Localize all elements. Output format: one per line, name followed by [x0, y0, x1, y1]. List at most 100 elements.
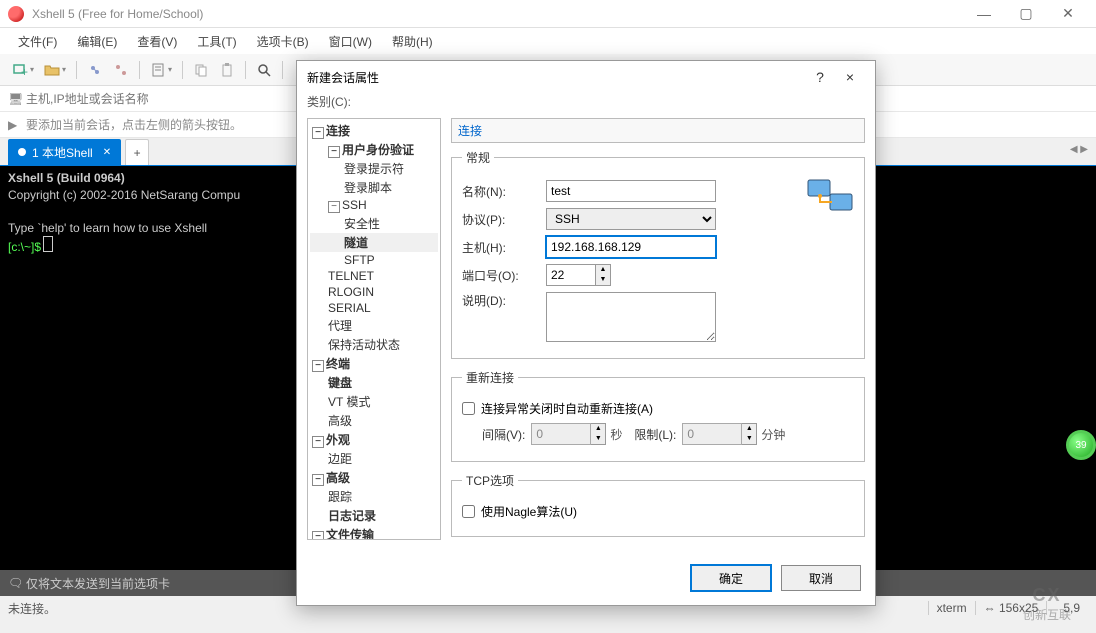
limit-unit: 分钟: [761, 426, 785, 443]
interval-input[interactable]: [531, 423, 591, 445]
tree-security[interactable]: 安全性: [310, 214, 438, 233]
nagle-checkbox[interactable]: [462, 505, 475, 518]
tree-sftp[interactable]: SFTP: [310, 252, 438, 268]
status-term: xterm: [928, 601, 975, 615]
maximize-button[interactable]: ▢: [1006, 2, 1046, 26]
tree-terminal[interactable]: −终端: [310, 354, 438, 373]
tab-overflow-icon[interactable]: ◀ ▶: [1070, 144, 1088, 155]
general-legend: 常规: [462, 149, 494, 166]
paste-button[interactable]: [215, 58, 239, 82]
tab-add-button[interactable]: +: [125, 139, 149, 165]
tab-local-shell[interactable]: 1 本地Shell ✕: [8, 139, 121, 165]
form-panel: 连接 常规 名称(N): 协议(P): SSH 主机(H: [441, 118, 865, 547]
port-input[interactable]: [546, 264, 596, 286]
form-heading: 连接: [451, 118, 865, 143]
tab-label: 1 本地Shell: [32, 144, 93, 161]
menu-window[interactable]: 窗口(W): [321, 30, 380, 53]
terminal-prompt: [c:\~]$: [8, 240, 44, 254]
nagle-label: 使用Nagle算法(U): [481, 503, 577, 520]
properties-button[interactable]: ▾: [146, 58, 176, 82]
svg-text:+: +: [21, 65, 28, 78]
tree-filetransfer[interactable]: −文件传输: [310, 525, 438, 540]
tree-proxy[interactable]: 代理: [310, 316, 438, 335]
open-session-button[interactable]: ▾: [40, 58, 70, 82]
dialog-title: 新建会话属性: [307, 69, 805, 86]
arrow-hint-icon: ▶: [8, 118, 26, 132]
port-label: 端口号(O):: [462, 267, 546, 284]
menu-tools[interactable]: 工具(T): [189, 30, 244, 53]
tree-logging[interactable]: 日志记录: [310, 506, 438, 525]
tab-close-icon[interactable]: ✕: [103, 147, 111, 158]
tree-loginscript[interactable]: 登录脚本: [310, 178, 438, 197]
connection-icon: [806, 174, 854, 216]
tcp-group: TCP选项 使用Nagle算法(U): [451, 472, 865, 537]
disconnect-button[interactable]: [109, 58, 133, 82]
hint-text: 要添加当前会话，点击左侧的箭头按钮。: [26, 116, 242, 133]
category-tree[interactable]: −连接 −用户身份验证 登录提示符 登录脚本 −SSH 安全性 隧道 SFTP …: [307, 118, 441, 540]
tree-tunnel[interactable]: 隧道: [310, 233, 438, 252]
reconnect-legend: 重新连接: [462, 369, 518, 386]
tree-serial[interactable]: SERIAL: [310, 300, 438, 316]
status-left: 未连接。: [8, 600, 56, 617]
host-input[interactable]: [546, 236, 716, 258]
tcp-legend: TCP选项: [462, 472, 518, 489]
ok-button[interactable]: 确定: [691, 565, 771, 591]
send-bar-text: 仅将文本发送到当前选项卡: [26, 575, 170, 592]
tree-margin[interactable]: 边距: [310, 449, 438, 468]
protocol-label: 协议(P):: [462, 211, 546, 228]
port-spinner[interactable]: ▲▼: [596, 264, 611, 286]
minimize-button[interactable]: —: [964, 2, 1004, 26]
terminal-line: Xshell 5 (Build 0964): [8, 171, 125, 185]
dialog-close-button[interactable]: ×: [835, 69, 865, 85]
tree-advanced2[interactable]: −高级: [310, 468, 438, 487]
cancel-button[interactable]: 取消: [781, 565, 861, 591]
watermark-logo: CX 创新互联: [1002, 579, 1092, 629]
general-group: 常规 名称(N): 协议(P): SSH 主机(H):: [451, 149, 865, 359]
menu-help[interactable]: 帮助(H): [384, 30, 441, 53]
host-label: 主机(H):: [462, 239, 546, 256]
reconnect-group: 重新连接 连接异常关闭时自动重新连接(A) 间隔(V): ▲▼ 秒 限制(L):…: [451, 369, 865, 462]
tree-rlogin[interactable]: RLOGIN: [310, 284, 438, 300]
desc-input[interactable]: [546, 292, 716, 342]
dialog-footer: 确定 取消: [297, 555, 875, 605]
auto-reconnect-checkbox[interactable]: [462, 402, 475, 415]
name-input[interactable]: [546, 180, 716, 202]
menu-tabs[interactable]: 选项卡(B): [249, 30, 317, 53]
name-label: 名称(N):: [462, 183, 546, 200]
menu-view[interactable]: 查看(V): [129, 30, 185, 53]
tree-auth[interactable]: −用户身份验证: [310, 140, 438, 159]
limit-spinner[interactable]: ▲▼: [742, 423, 757, 445]
desc-label: 说明(D):: [462, 292, 546, 309]
close-button[interactable]: ✕: [1048, 2, 1088, 26]
app-icon: [8, 6, 24, 22]
new-session-button[interactable]: +▾: [8, 58, 38, 82]
menubar: 文件(F) 编辑(E) 查看(V) 工具(T) 选项卡(B) 窗口(W) 帮助(…: [0, 28, 1096, 54]
tree-appearance[interactable]: −外观: [310, 430, 438, 449]
tree-ssh[interactable]: −SSH: [310, 197, 438, 214]
interval-spinner[interactable]: ▲▼: [591, 423, 606, 445]
menu-file[interactable]: 文件(F): [10, 30, 65, 53]
limit-label: 限制(L):: [634, 426, 676, 443]
dialog-titlebar: 新建会话属性 ? ×: [297, 61, 875, 93]
find-button[interactable]: [252, 58, 276, 82]
category-label: 类别(C):: [297, 93, 875, 114]
tree-loginprompt[interactable]: 登录提示符: [310, 159, 438, 178]
tree-trace[interactable]: 跟踪: [310, 487, 438, 506]
tree-advanced[interactable]: 高级: [310, 411, 438, 430]
titlebar: Xshell 5 (Free for Home/School) — ▢ ✕: [0, 0, 1096, 28]
tree-telnet[interactable]: TELNET: [310, 268, 438, 284]
menu-edit[interactable]: 编辑(E): [69, 30, 125, 53]
send-icon: 🗨: [8, 576, 26, 590]
tab-status-icon: [18, 148, 26, 156]
tree-keyboard[interactable]: 键盘: [310, 373, 438, 392]
protocol-select[interactable]: SSH: [546, 208, 716, 230]
limit-input[interactable]: [682, 423, 742, 445]
tree-connection[interactable]: −连接: [310, 121, 438, 140]
dialog-help-button[interactable]: ?: [805, 69, 835, 85]
notification-badge[interactable]: 39: [1066, 430, 1096, 460]
tree-keepalive[interactable]: 保持活动状态: [310, 335, 438, 354]
reconnect-button[interactable]: [83, 58, 107, 82]
host-icon: 🖥: [8, 92, 26, 106]
copy-button[interactable]: [189, 58, 213, 82]
tree-vtmode[interactable]: VT 模式: [310, 392, 438, 411]
